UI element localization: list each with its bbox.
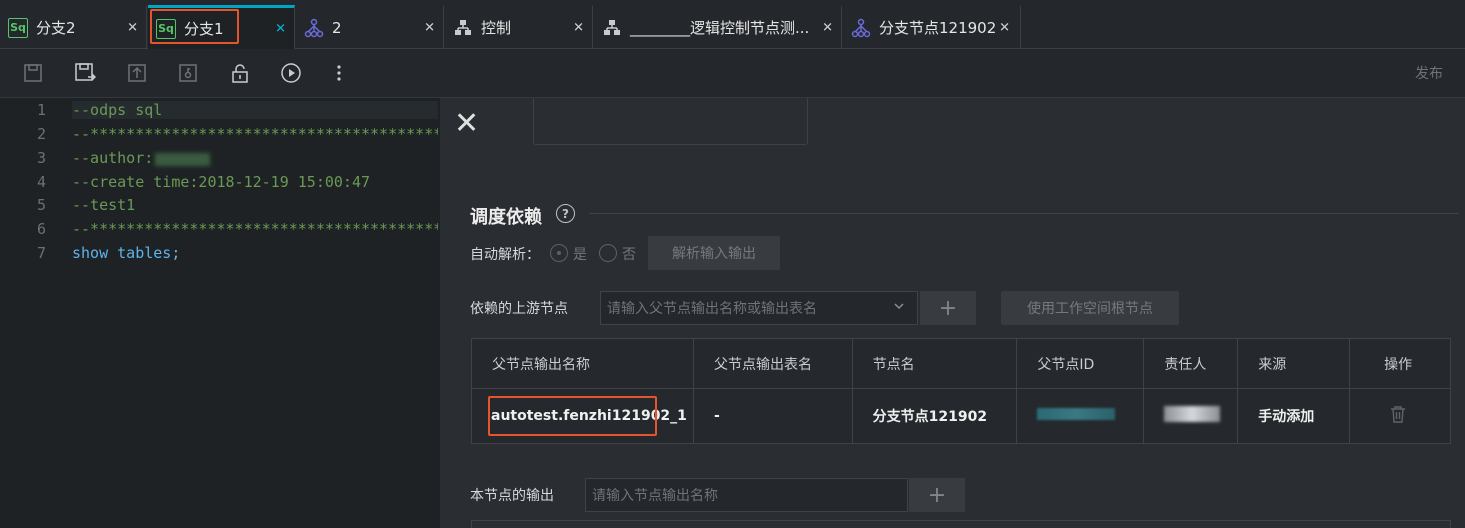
add-upstream-button[interactable]: + <box>920 291 976 325</box>
auto-parse-label: 自动解析： <box>470 247 540 263</box>
tab-label: 分支2 <box>36 19 76 37</box>
line-number: 5 <box>36 196 46 214</box>
section-title: 调度依赖 <box>470 207 542 228</box>
code-line[interactable]: --**************************************… <box>72 125 438 143</box>
input-box[interactable] <box>533 98 808 145</box>
add-output-button[interactable]: + <box>909 478 965 512</box>
help-icon[interactable]: ? <box>556 204 575 223</box>
column-header: 父节点ID <box>1016 338 1145 389</box>
upstream-label: 依赖的上游节点 <box>470 301 568 317</box>
run-icon[interactable] <box>279 61 303 85</box>
code-line[interactable]: --**************************************… <box>72 220 438 238</box>
column-header: 操作 <box>1349 338 1451 389</box>
source-cell: 手动添加 <box>1237 388 1351 444</box>
divider <box>589 213 1459 214</box>
redacted-node-id <box>1037 408 1116 420</box>
tab-logic-control[interactable]: ________逻辑控制节点测... ✕ <box>594 6 842 49</box>
submit-icon[interactable] <box>125 61 149 85</box>
code-line[interactable]: --create time:2018-12-19 15:00:47 <box>72 173 438 191</box>
line-number: 2 <box>36 125 46 143</box>
highlight-box <box>150 9 239 44</box>
close-icon[interactable]: ✕ <box>573 20 584 35</box>
save-icon[interactable] <box>21 61 45 85</box>
tab-branch-node[interactable]: 分支节点121902 ✕ <box>843 6 1021 49</box>
toolbar: 发布 <box>0 49 1465 98</box>
control-node-icon <box>453 18 473 38</box>
column-header: 责任人 <box>1143 338 1239 389</box>
highlight-box <box>488 396 657 436</box>
close-icon[interactable]: ✕ <box>822 20 833 35</box>
output-label: 本节点的输出 <box>470 488 554 504</box>
redacted-owner <box>1164 406 1221 422</box>
tab-label: 分支节点121902 <box>879 19 997 37</box>
output-input[interactable]: 请输入节点输出名称 <box>585 478 908 512</box>
column-header: 来源 <box>1237 338 1351 389</box>
tab-control[interactable]: 控制 ✕ <box>445 6 593 49</box>
branch-node-icon <box>304 18 324 38</box>
close-icon[interactable]: ✕ <box>999 20 1010 35</box>
tab-label: 控制 <box>481 19 512 37</box>
tab-label: ________逻辑控制节点测... <box>630 19 810 37</box>
radio-yes[interactable] <box>550 244 568 262</box>
code-line[interactable]: --odps sql <box>72 101 438 119</box>
output-table <box>471 520 1451 528</box>
line-number: 4 <box>36 173 46 191</box>
redacted-author <box>155 153 210 166</box>
column-header: 父节点输出表名 <box>692 338 853 389</box>
control-node-icon <box>602 18 622 38</box>
line-number: 1 <box>36 101 46 119</box>
trash-icon[interactable] <box>1390 405 1406 423</box>
node-id-cell <box>1016 388 1145 444</box>
radio-no[interactable] <box>599 244 617 262</box>
tab-fenzhi2[interactable]: Sq 分支2 ✕ <box>0 6 147 49</box>
close-icon[interactable]: ✕ <box>424 20 435 35</box>
upstream-placeholder: 请输入父节点输出名称或输出表名 <box>607 301 817 317</box>
node-name-cell: 分支节点121902 <box>851 388 1018 444</box>
line-number: 7 <box>36 244 46 262</box>
tab-label: 2 <box>332 18 342 37</box>
output-placeholder: 请输入节点输出名称 <box>592 488 718 504</box>
code-editor[interactable]: 1 --odps sql 2 --***********************… <box>0 98 440 528</box>
sql-icon: Sq <box>8 17 28 38</box>
unlock-key-icon[interactable] <box>176 61 200 85</box>
action-cell <box>1349 388 1451 444</box>
chevron-down-icon <box>893 300 905 316</box>
close-icon[interactable]: ✕ <box>127 20 138 35</box>
more-icon[interactable] <box>327 61 351 85</box>
close-panel-icon[interactable]: ✕ <box>454 109 484 140</box>
line-number: 3 <box>36 149 46 167</box>
line-number: 6 <box>36 220 46 238</box>
parse-io-button[interactable]: 解析输入输出 <box>648 236 780 270</box>
code-line[interactable]: --test1 <box>72 196 438 214</box>
code-line[interactable]: show tables; <box>72 244 438 262</box>
owner-cell <box>1143 388 1239 444</box>
close-icon[interactable]: ✕ <box>275 21 286 36</box>
radio-yes-label[interactable]: 是 <box>573 244 587 264</box>
branch-node-icon <box>851 18 871 38</box>
lock-icon[interactable] <box>228 61 252 85</box>
radio-no-label[interactable]: 否 <box>622 244 636 264</box>
save-as-icon[interactable] <box>73 61 97 85</box>
output-table-cell: - <box>692 388 853 444</box>
code-line[interactable]: --author: <box>72 149 438 167</box>
table-header-row: 父节点输出名称 父节点输出表名 节点名 父节点ID 责任人 来源 操作 <box>471 338 1451 389</box>
upstream-select[interactable]: 请输入父节点输出名称或输出表名 <box>600 291 918 325</box>
publish-button[interactable]: 发布 <box>1415 63 1443 83</box>
column-header: 父节点输出名称 <box>471 338 694 389</box>
use-root-node-button[interactable]: 使用工作空间根节点 <box>1001 291 1179 325</box>
column-header: 节点名 <box>851 338 1018 389</box>
tab-2[interactable]: 2 ✕ <box>296 6 444 49</box>
